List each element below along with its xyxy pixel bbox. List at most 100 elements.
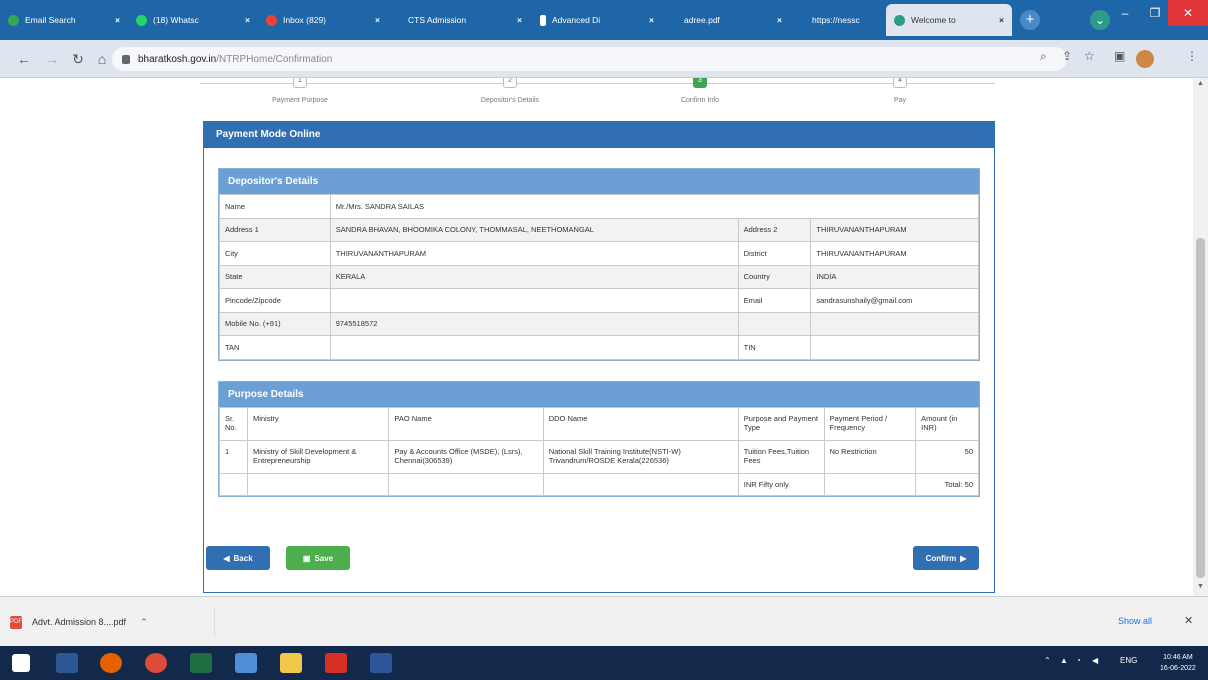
browser-tab-pdf[interactable]: adree.pdf ×	[664, 6, 790, 34]
chevron-up-icon[interactable]: ⌃	[140, 617, 148, 628]
tab-label: Advanced Di	[552, 15, 601, 25]
network-icon[interactable]: ▲	[1060, 656, 1068, 665]
system-clock[interactable]: 10:46 AM 16-06-2022	[1160, 652, 1196, 674]
period-cell: No Restriction	[823, 440, 917, 474]
scroll-up-arrow-icon[interactable]: ▲	[1193, 80, 1208, 87]
tab-close-icon[interactable]: ×	[517, 15, 522, 25]
mobile-label: Mobile No. (+91)	[219, 311, 331, 336]
bookmark-star-icon[interactable]: ☆	[1084, 49, 1095, 63]
name-label: Name	[219, 194, 331, 219]
table-row: TAN TIN	[219, 335, 979, 360]
scroll-down-arrow-icon[interactable]: ▼	[1193, 583, 1208, 590]
extensions-icon[interactable]: ▣	[1114, 49, 1125, 63]
floppy-disk-icon: ▣	[302, 553, 311, 563]
depositor-details-section: Depositor's Details Name Mr./Mrs. SANDRA…	[218, 168, 980, 361]
excel-icon[interactable]	[190, 653, 212, 673]
clock-time: 10:46 AM	[1163, 654, 1193, 661]
browser-tab-welcome[interactable]: Welcome to ×	[886, 4, 1012, 36]
address2-label: Address 2	[737, 217, 812, 242]
name-value: Mr./Mrs. SANDRA SAILAS	[329, 194, 980, 219]
show-all-link[interactable]: Show all	[1118, 616, 1152, 626]
browser-tab-inbox[interactable]: Inbox (829) ×	[258, 6, 388, 34]
browser-tab-email-search[interactable]: Email Search ×	[0, 6, 128, 34]
clock-date: 16-06-2022	[1160, 665, 1196, 672]
empty-cell	[246, 473, 390, 496]
tab-close-icon[interactable]: ×	[777, 15, 782, 25]
settings-icon[interactable]	[56, 653, 78, 673]
tab-close-icon[interactable]: ×	[115, 15, 120, 25]
windows-taskbar: ⌃ ▲ ◔ ◀ ENG 10:46 AM 16-06-2022	[0, 646, 1208, 680]
address-bar[interactable]: bharatkosh.gov.in /NTRPHome/Confirmation	[112, 47, 1067, 71]
share-icon[interactable]: ⇪	[1062, 49, 1072, 63]
browser-tab-cts-admission[interactable]: CTS Admission ×	[400, 6, 530, 34]
tab-close-icon[interactable]: ×	[999, 15, 1004, 25]
menu-kebab-icon[interactable]: ⋮	[1186, 49, 1198, 63]
reload-icon[interactable]: ↻	[68, 49, 88, 69]
save-button[interactable]: ▣ Save	[286, 546, 350, 570]
window-close-icon[interactable]: ✕	[1168, 0, 1208, 26]
state-label: State	[219, 264, 331, 289]
bookmark-icon	[540, 14, 546, 26]
scrollbar-thumb[interactable]	[1196, 238, 1205, 578]
pincode-value	[329, 288, 739, 313]
panel-title: Payment Mode Online	[204, 121, 994, 148]
table-row: State KERALA Country INDIA	[219, 264, 979, 289]
tab-label: adree.pdf	[684, 15, 720, 25]
lock-icon	[122, 54, 130, 64]
total-in-words: INR Fifty only	[737, 473, 825, 496]
tab-close-icon[interactable]: ×	[375, 15, 380, 25]
email-value: sandrasunshaily@gmail.com	[810, 288, 979, 313]
step-marker: 2	[503, 78, 517, 88]
tab-close-icon[interactable]: ×	[245, 15, 250, 25]
depositor-table: Name Mr./Mrs. SANDRA SAILAS Address 1 SA…	[219, 194, 980, 360]
download-item[interactable]: PDF Advt. Admission 8....pdf ⌃	[10, 607, 215, 637]
back-button[interactable]: ◀ Back	[206, 546, 270, 570]
pdf-file-icon: PDF	[10, 615, 22, 629]
mail-icon	[266, 14, 277, 26]
new-tab-plus-icon[interactable]: +	[1020, 10, 1040, 30]
empty-cell	[823, 473, 917, 496]
city-value: THIRUVANANTHAPURAM	[329, 241, 739, 266]
zoom-icon[interactable]: ⌕	[1040, 49, 1047, 64]
step-depositor-details: 2 Depositor's Details	[450, 78, 570, 104]
chrome-icon[interactable]	[145, 653, 167, 673]
browser-tab-whatsapp[interactable]: (18) Whatsc ×	[128, 6, 258, 34]
table-row: Address 1 SANDRA BHAVAN, BHOOMIKA COLONY…	[219, 217, 979, 242]
back-arrow-icon[interactable]: ←	[14, 49, 34, 69]
volume-icon[interactable]: ◀	[1092, 656, 1098, 665]
chrome-active-icon[interactable]	[235, 653, 257, 673]
table-row: Mobile No. (+91) 9745518572	[219, 311, 979, 336]
minimize-icon[interactable]: –	[1110, 0, 1140, 26]
column-header: Payment Period / Frequency	[823, 407, 917, 441]
tab-label: Inbox (829)	[283, 15, 326, 25]
tab-close-icon[interactable]: ×	[649, 15, 654, 25]
step-marker: 4	[893, 78, 907, 88]
page-scrollbar[interactable]: ▲ ▼	[1193, 78, 1208, 596]
chevron-up-tray-icon[interactable]: ⌃	[1044, 656, 1051, 665]
windows-start-icon[interactable]	[12, 654, 30, 672]
wifi-icon[interactable]: ◔	[1076, 656, 1081, 665]
address1-label: Address 1	[219, 217, 331, 242]
confirm-button[interactable]: Confirm ▶	[913, 546, 979, 570]
maximize-icon[interactable]: ❐	[1140, 0, 1170, 26]
ministry-cell: Ministry of Skill Development & Entrepre…	[246, 440, 390, 474]
step-label: Confirm Info	[680, 97, 720, 104]
address2-value: THIRUVANANTHAPURAM	[810, 217, 979, 242]
file-explorer-icon[interactable]	[280, 653, 302, 673]
state-value: KERALA	[329, 264, 739, 289]
section-title: Purpose Details	[219, 382, 979, 407]
forward-arrow-icon[interactable]: →	[42, 49, 62, 69]
browser-tab-advanced[interactable]: Advanced Di ×	[532, 6, 662, 34]
tab-search-chevron-icon[interactable]: ⌄	[1090, 10, 1110, 30]
avatar[interactable]	[1136, 50, 1154, 68]
column-header: PAO Name	[388, 407, 544, 441]
acrobat-icon[interactable]	[325, 653, 347, 673]
mobile-value: 9745518572	[329, 311, 739, 336]
word-icon[interactable]	[370, 653, 392, 673]
empty-cell	[219, 473, 248, 496]
close-icon[interactable]: ✕	[1184, 614, 1193, 627]
home-icon[interactable]: ⌂	[92, 49, 112, 69]
firefox-icon[interactable]	[100, 653, 122, 673]
language-indicator[interactable]: ENG	[1120, 656, 1137, 665]
tab-label: CTS Admission	[408, 15, 467, 25]
